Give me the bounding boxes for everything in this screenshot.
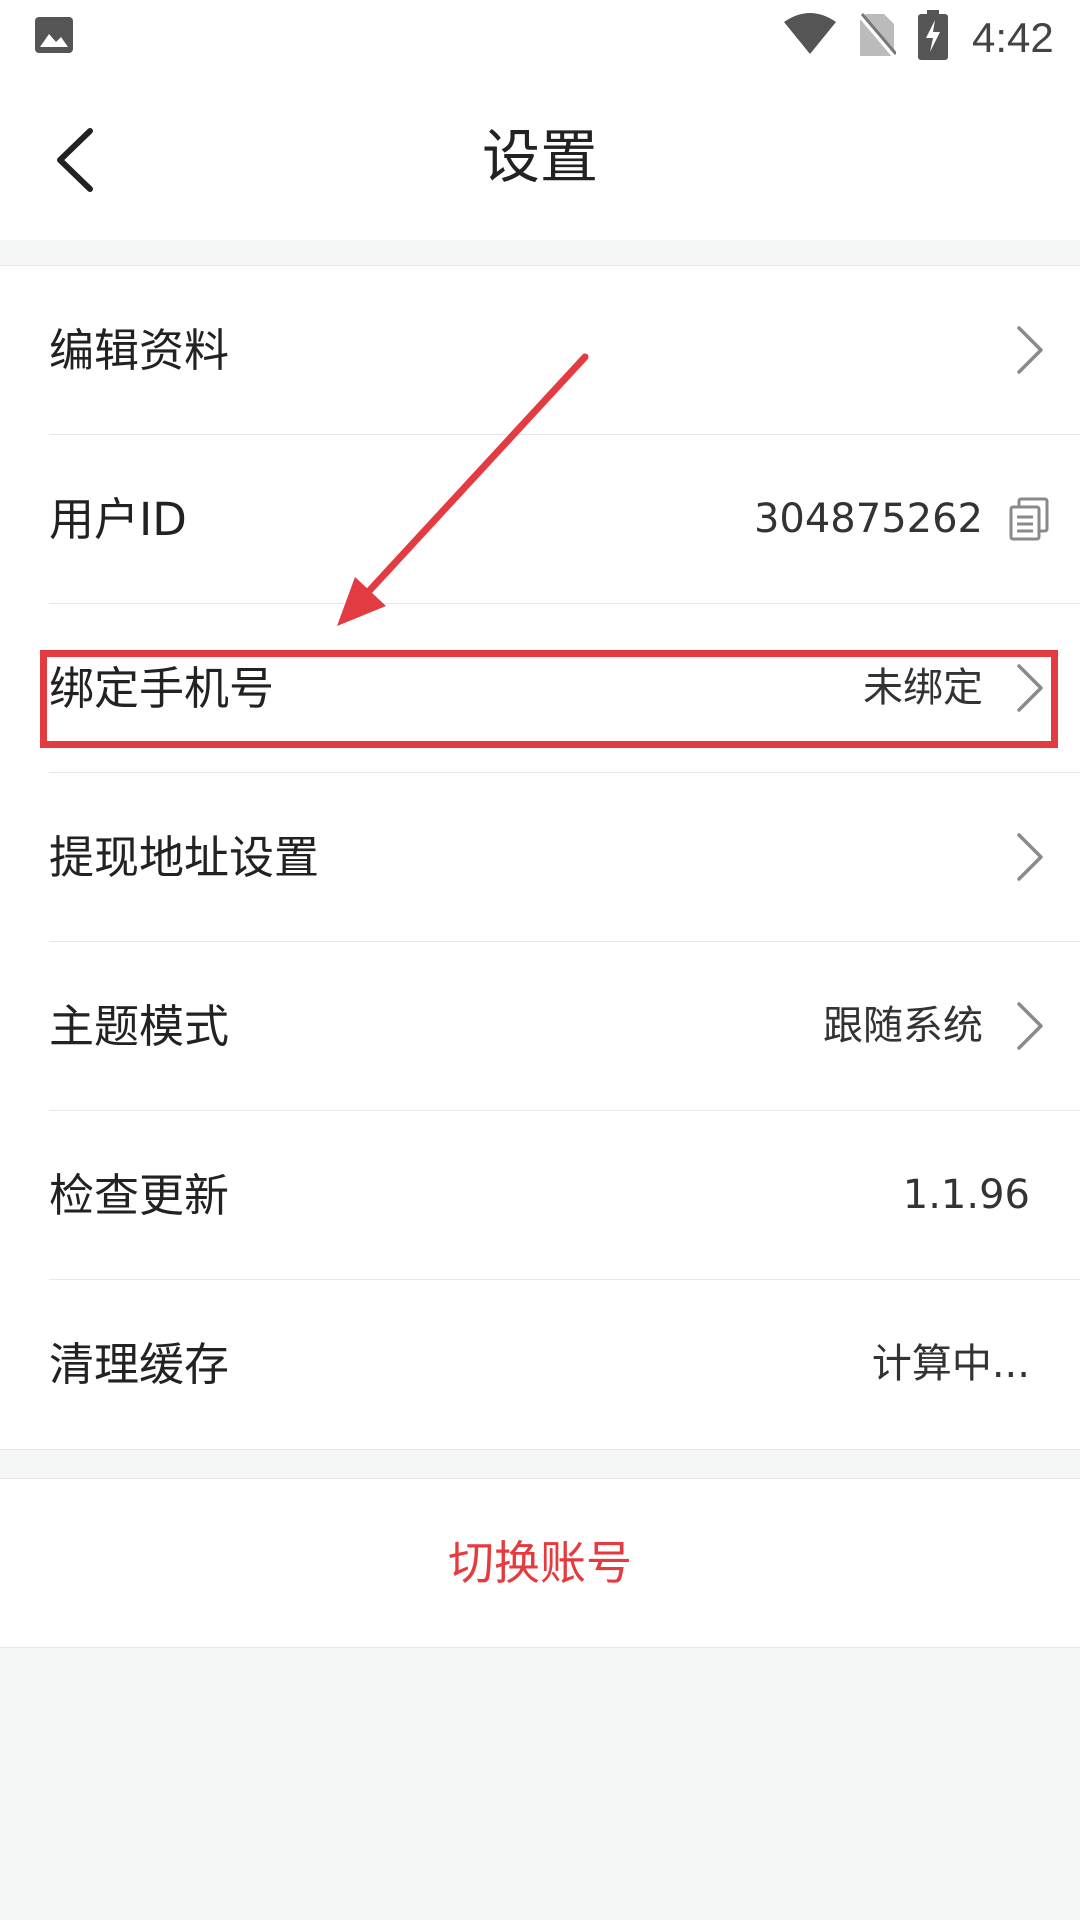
- menu-item-label: 检查更新: [49, 1169, 230, 1222]
- chevron-right-icon: [1017, 833, 1043, 881]
- menu-item-label: 编辑资料: [49, 324, 230, 377]
- no-sim-icon: [858, 13, 896, 58]
- menu-item-label: 清理缓存: [49, 1338, 230, 1391]
- gallery-icon: [35, 17, 73, 53]
- menu-item-user-id: 用户ID 304875262: [0, 435, 1080, 604]
- version-value: 1.1.96: [902, 1172, 1030, 1218]
- page-title: 设置: [481, 123, 598, 191]
- menu-item-withdraw-address[interactable]: 提现地址设置: [0, 773, 1080, 942]
- settings-list: 编辑资料 用户ID 304875262 绑定手机号 未绑定 提现地址设置 主题模…: [0, 265, 1080, 1450]
- menu-item-label: 主题模式: [49, 1000, 230, 1053]
- menu-item-check-update[interactable]: 检查更新 1.1.96: [0, 1111, 1080, 1280]
- copy-icon[interactable]: [1008, 497, 1050, 541]
- menu-item-label: 绑定手机号: [49, 662, 275, 715]
- menu-item-theme-mode[interactable]: 主题模式 跟随系统: [0, 942, 1080, 1111]
- battery-charging-icon: [918, 10, 948, 60]
- menu-item-edit-profile[interactable]: 编辑资料: [0, 266, 1080, 435]
- chevron-right-icon: [1017, 664, 1043, 712]
- switch-account-section: 切换账号: [0, 1478, 1080, 1648]
- menu-item-label: 用户ID: [49, 493, 187, 546]
- switch-account-button[interactable]: 切换账号: [0, 1479, 1080, 1647]
- status-time: 4:42: [972, 14, 1054, 61]
- cache-size-value: 计算中...: [871, 1341, 1030, 1387]
- menu-item-clear-cache[interactable]: 清理缓存 计算中...: [0, 1280, 1080, 1449]
- bind-phone-status: 未绑定: [863, 665, 983, 711]
- menu-item-bind-phone[interactable]: 绑定手机号 未绑定: [0, 604, 1080, 773]
- wifi-icon: [784, 13, 836, 54]
- menu-item-label: 提现地址设置: [49, 831, 320, 884]
- theme-mode-value: 跟随系统: [823, 1003, 983, 1049]
- chevron-right-icon: [1017, 1002, 1043, 1050]
- status-bar: 4:42: [0, 0, 1080, 75]
- chevron-right-icon: [1017, 326, 1043, 374]
- user-id-value: 304875262: [753, 496, 983, 542]
- header: 设置: [0, 75, 1080, 240]
